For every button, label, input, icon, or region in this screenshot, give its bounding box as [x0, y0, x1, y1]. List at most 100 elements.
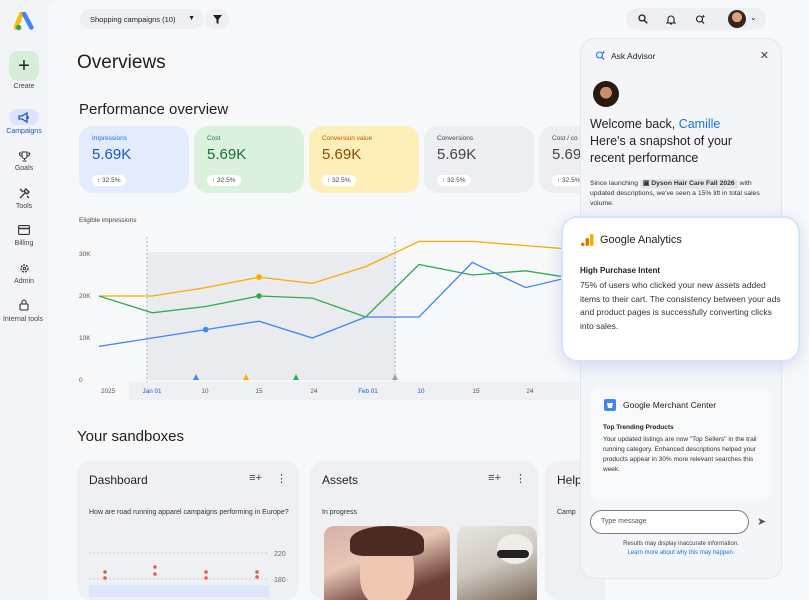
megaphone-icon [18, 111, 29, 123]
sandbox-status: In progress [322, 509, 358, 516]
metric-value: 5.69K [92, 146, 132, 163]
metric-card-impressions[interactable]: Impressions 5.69K ↑ 32.5% [79, 126, 189, 193]
admin-nav-button[interactable] [14, 260, 34, 276]
x-tick-label: 24 [310, 388, 318, 395]
welcome-line2: Here's a snapshot of your recent perform… [590, 134, 733, 165]
y-tick-label: 30K [79, 251, 91, 258]
asset-image-portrait[interactable] [324, 526, 450, 600]
gear-icon [19, 263, 29, 273]
advisor-sparkle-icon [695, 14, 705, 24]
campaign-chip-label: Dyson Hair Care Fall 2026 [651, 180, 735, 187]
more-vert-icon[interactable]: ⋮ [515, 472, 526, 485]
internal-tools-nav-button[interactable] [14, 297, 34, 313]
x-tick-label: Jan 01 [143, 388, 162, 395]
sandboxes-title: Your sandboxes [77, 428, 185, 445]
add-to-list-icon[interactable]: ≡+ [249, 472, 262, 485]
advisor-button[interactable] [692, 11, 708, 27]
metric-change-badge: ↑ 32.5% [207, 175, 241, 186]
advisor-title: Ask Advisor [611, 50, 656, 61]
metric-value: 5.69K [322, 146, 362, 163]
app: + Create Campaigns Goals Tools Billing A… [0, 0, 809, 600]
metric-change-badge: ↑ 32.5% [92, 175, 126, 186]
advisor-header: Ask Advisor [595, 50, 655, 61]
eligible-impressions-chart: Eligible impressions 0 10K 20K 30K 2025 Jan 0… [79, 212, 579, 407]
message-input[interactable]: Type message [590, 510, 749, 534]
ga-body: 75% of users who clicked your new assets… [580, 280, 781, 331]
more-vert-icon[interactable]: ⋮ [276, 472, 287, 485]
metric-change-badge: ↑ 32.5% [322, 175, 356, 186]
advisor-summary: Since launching ▣ Dyson Hair Care Fall 2… [590, 179, 772, 209]
merchant-center-subtitle: Top Trending Products [603, 424, 674, 431]
merchant-center-card: Google Merchant Center Top Trending Prod… [590, 388, 772, 501]
sandbox-card-assets[interactable]: Assets ≡+ ⋮ In progress [310, 461, 538, 600]
metric-value: 5.69K [437, 146, 477, 163]
x-tick-label: 15 [472, 388, 480, 395]
campaigns-label: Campaigns [6, 128, 42, 135]
metric-value: 5.69K [207, 146, 247, 163]
tools-icon [19, 187, 30, 198]
campaigns-nav-button[interactable] [9, 109, 39, 125]
x-tick-label: Feb 01 [358, 388, 378, 395]
dot-plot [103, 565, 259, 580]
chevron-down-icon[interactable]: ⌄ [750, 13, 757, 22]
y-tick-label: 180 [274, 577, 286, 584]
metric-card-conversions[interactable]: Conversions 5.69K ↑ 32.5% [424, 126, 534, 193]
ga-header: Google Analytics [580, 233, 682, 247]
data-point [256, 293, 262, 299]
metric-card-cost[interactable]: Cost 5.69K ↑ 32.5% [194, 126, 304, 193]
billing-nav-button[interactable] [14, 222, 34, 238]
sandbox-mini-chart: 220 180 [89, 551, 286, 597]
create-label: Create [13, 83, 35, 90]
lock-icon [19, 299, 29, 311]
metric-change-badge: ↑ 32.5% [437, 175, 471, 186]
google-ads-logo[interactable] [14, 12, 36, 32]
campaign-chip[interactable]: ▣ Dyson Hair Care Fall 2026 [639, 179, 738, 189]
add-to-list-icon[interactable]: ≡+ [488, 472, 501, 485]
sandbox-card-dashboard[interactable]: Dashboard ≡+ ⋮ How are road running appar… [77, 461, 299, 600]
create-button[interactable]: + [9, 51, 39, 81]
learn-more-link[interactable]: Learn more about why this may happen. [627, 550, 734, 556]
caret-down-icon: ▼ [188, 15, 195, 22]
y-tick-label: 0 [79, 377, 83, 384]
metric-card-conversion-value[interactable]: Conversion value 5.69K ↑ 32.5% [309, 126, 419, 193]
merchant-center-title: Google Merchant Center [623, 400, 717, 410]
metric-label: Cost [207, 135, 221, 142]
merchant-center-header: Google Merchant Center [603, 398, 716, 412]
goals-label: Goals [14, 165, 34, 172]
disclaimer: Results may display inaccurate informati… [581, 540, 781, 557]
goals-nav-button[interactable] [14, 148, 34, 164]
user-name: Camille [678, 117, 721, 131]
notifications-button[interactable] [663, 11, 679, 27]
google-analytics-icon [580, 234, 594, 247]
chart-band [89, 585, 269, 597]
x-tick-label: 24 [526, 388, 534, 395]
y-tick-label: 10K [79, 335, 91, 342]
line-chart: 0 10K 20K 30K 2025 Jan 01 10 15 24 Feb 01 10 15 24 [79, 237, 579, 400]
filter-button[interactable] [205, 9, 229, 29]
data-point [202, 326, 209, 333]
welcome-prefix: Welcome back, [590, 117, 679, 131]
hat-shape [497, 534, 533, 564]
advisor-avatar [593, 81, 619, 107]
performance-title: Performance overview [79, 101, 229, 118]
tools-label: Tools [15, 203, 33, 210]
sandbox-question: How are road running apparel campaigns p… [89, 509, 289, 516]
x-tick-label: 10 [417, 388, 425, 395]
asset-image-sunglasses[interactable] [457, 526, 537, 600]
y-tick-label: 220 [274, 551, 286, 558]
close-icon[interactable]: ✕ [760, 49, 769, 62]
x-tick-label: 15 [255, 388, 263, 395]
google-analytics-card: Google Analytics High Purchase Intent 75… [563, 218, 798, 360]
send-icon[interactable]: ➤ [757, 515, 766, 528]
merchant-center-icon [604, 399, 616, 411]
search-button[interactable] [635, 11, 651, 27]
tools-nav-button[interactable] [14, 185, 34, 201]
bell-icon [666, 15, 676, 25]
ga-title: Google Analytics [600, 234, 682, 246]
hair-shape [350, 526, 424, 556]
avatar[interactable] [728, 10, 746, 28]
disclaimer-text: Results may display inaccurate informati… [623, 541, 739, 547]
internal-tools-label: Internal tools [2, 316, 44, 323]
sunglasses-shape [497, 550, 529, 558]
campaign-filter-dropdown[interactable]: Shopping campaigns (10) ▼ [80, 9, 204, 29]
